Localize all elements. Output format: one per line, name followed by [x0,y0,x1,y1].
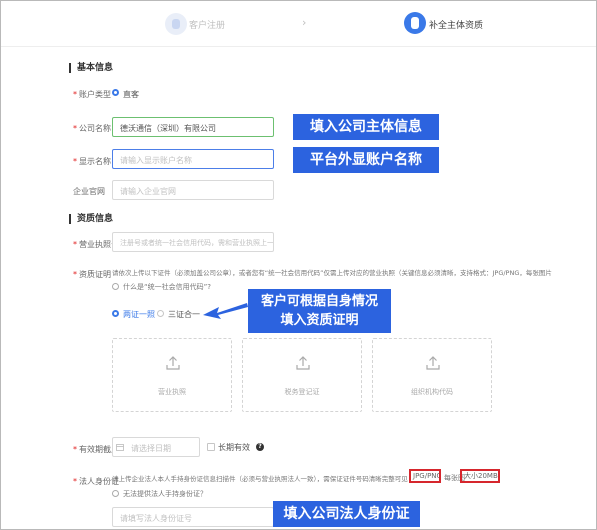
three-in-one-label: 三证合一 [168,310,200,319]
step-qualification-label[interactable]: 补全主体资质 [429,18,483,31]
help-icon[interactable]: ? [256,443,264,451]
callout-legal-id: 填入公司法人身份证 [273,501,420,527]
question-circle-icon [112,490,119,497]
step-register-label[interactable]: 客户注册 [189,18,225,31]
qualification-step-icon [404,12,426,34]
account-type-direct-label: 直客 [123,90,139,99]
question-circle-icon [112,283,119,290]
display-name-input[interactable]: 请输入显示账户名称 [112,149,274,169]
long-term-label: 长期有效 [218,443,250,452]
step-indicator: 客户注册 › 补全主体资质 [1,1,596,47]
business-license-upload[interactable]: 营业执照 [112,338,232,412]
basic-info-heading: 基本信息 [69,63,113,73]
format-highlight: JPG/PNG [409,469,441,483]
arrow-left-icon [203,303,248,319]
chevron-right-icon: › [302,16,307,29]
upload-icon [166,356,180,370]
legal-id-help-link[interactable]: 无法提供法人手持身份证？ [123,489,207,499]
license-number-input[interactable]: 注册号或者统一社会信用代码，需和营业执照上一致，字 [112,232,274,252]
callout-qualification-line2: 填入资质证明 [280,313,359,328]
certificate-label: * 资质证明 [73,270,111,279]
account-type-direct-radio[interactable] [112,89,119,96]
company-name-label: * 公司名称 [73,124,111,133]
org-code-upload[interactable]: 组织机构代码 [372,338,492,412]
legal-id-upload-note: 请上传企业法人本人手持身份证信息扫描件（必须与营业执照法人一致），需保证证件号码… [112,475,408,483]
size-limit-highlight: 大小20MB以 [460,469,500,483]
org-code-upload-label: 组织机构代码 [411,388,453,396]
company-name-input[interactable]: 德沃通信（深圳）有限公司 [112,117,274,137]
business-license-upload-label: 营业执照 [158,388,186,396]
expiry-date-input[interactable]: 请选择日期 [112,437,200,457]
long-term-checkbox[interactable] [207,443,215,451]
account-type-label: * 账户类型 [73,90,111,99]
display-name-label: * 显示名称 [73,157,111,166]
credit-code-help-link[interactable]: 什么是“统一社会信用代码”? [123,282,211,292]
callout-qualification-line1: 客户可根据自身情况 [260,294,378,309]
qualification-info-heading: 资质信息 [69,214,113,224]
legal-id-number-input[interactable]: 请填写法人身份证号 [112,507,274,527]
callout-qualification: 客户可根据自身情况 填入资质证明 [248,289,391,333]
two-certs-radio[interactable] [112,310,119,317]
account-step-icon [165,13,187,35]
website-input[interactable]: 请输入企业官网 [112,180,274,200]
callout-display-name: 平台外显账户名称 [293,147,439,173]
two-certs-label: 两证一照 [123,310,155,319]
calendar-icon [116,444,124,451]
registration-form-window: 客户注册 › 补全主体资质 基本信息 * 账户类型 直客 * 公司名称 德沃通信（深… [0,0,597,530]
tax-certificate-upload[interactable]: 税务登记证 [242,338,362,412]
website-label: 企业官网 [73,187,105,196]
certificate-upload-note: 请依次上传以下证件（必须加盖公司公章），或者您有“统一社会信用代码”仅需上传对应… [112,269,552,277]
upload-icon [296,356,310,370]
upload-icon [426,356,440,370]
callout-company-info: 填入公司主体信息 [293,114,439,140]
three-in-one-radio[interactable] [157,310,164,317]
tax-certificate-upload-label: 税务登记证 [284,388,320,396]
